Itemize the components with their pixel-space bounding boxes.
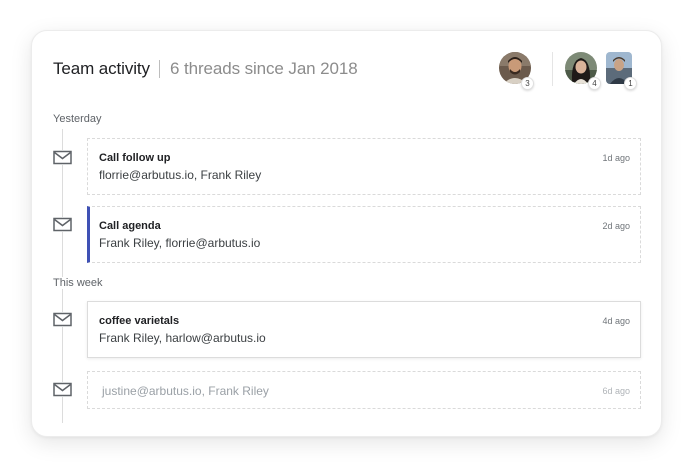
participant-count-badge: 4 (588, 77, 601, 90)
mail-icon (53, 217, 72, 232)
thread-title: Call follow up (99, 152, 171, 164)
thread-item[interactable]: Call follow up florrie@arbutus.io, Frank… (87, 138, 641, 195)
mail-icon (53, 150, 72, 165)
section-label-yesterday: Yesterday (53, 113, 102, 125)
thread-timestamp: 6d ago (602, 386, 630, 396)
thread-participants: justine@arbutus.io, Frank Riley (102, 384, 269, 398)
page-title: Team activity (53, 59, 150, 78)
participant-count-badge: 3 (521, 77, 534, 90)
thread-summary: 6 threads since Jan 2018 (170, 59, 358, 78)
avatar-group-divider (552, 52, 553, 86)
thread-timestamp: 2d ago (602, 221, 630, 231)
thread-participants: Frank Riley, florrie@arbutus.io (99, 236, 261, 250)
thread-item[interactable]: coffee varietals Frank Riley, harlow@arb… (87, 301, 641, 358)
mail-icon (53, 312, 72, 327)
thread-participants: Frank Riley, harlow@arbutus.io (99, 331, 266, 345)
section-label-this-week: This week (53, 277, 105, 289)
thread-timestamp: 4d ago (602, 316, 630, 326)
thread-item[interactable]: justine@arbutus.io, Frank Riley 6d ago (87, 371, 641, 409)
mail-icon (53, 382, 72, 397)
thread-title: coffee varietals (99, 315, 180, 327)
thread-item-selected[interactable]: Call agenda Frank Riley, florrie@arbutus… (87, 206, 641, 263)
thread-participants: florrie@arbutus.io, Frank Riley (99, 168, 262, 182)
header-divider (159, 60, 160, 78)
team-activity-card: Team activity 6 threads since Jan 2018 3… (31, 30, 662, 437)
thread-title: Call agenda (99, 220, 161, 232)
thread-timestamp: 1d ago (602, 153, 630, 163)
participant-count-badge: 1 (624, 77, 637, 90)
timeline-line (62, 129, 63, 423)
